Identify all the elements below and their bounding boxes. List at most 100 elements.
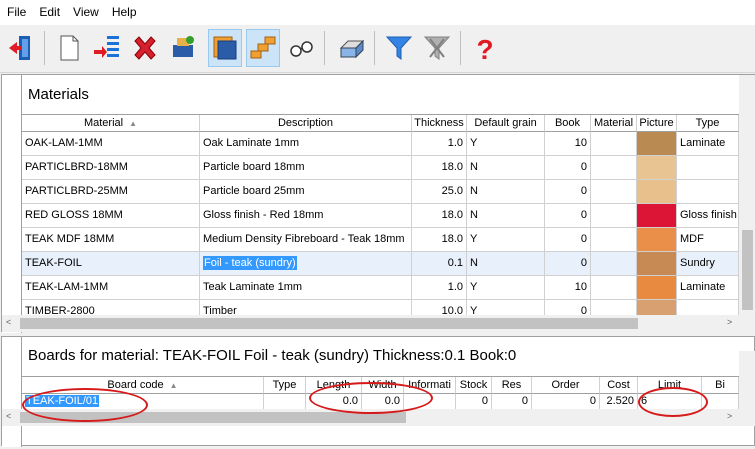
column-header-7[interactable]: Picture [637, 115, 677, 132]
material-code-cell[interactable]: TEAK-LAM-1MM [22, 276, 200, 300]
materials-hscroll[interactable]: < > [2, 315, 755, 332]
board-column-header-2[interactable]: Type [264, 377, 306, 394]
material-grain-cell[interactable]: N [467, 180, 545, 204]
material-picture-swatch[interactable] [637, 252, 677, 276]
menu-edit[interactable]: Edit [34, 0, 68, 25]
material-picture-swatch[interactable] [637, 132, 677, 156]
material-book-cell[interactable]: 0 [545, 228, 591, 252]
column-header-8[interactable]: Type [677, 115, 739, 132]
material-grain-cell[interactable]: Y [467, 228, 545, 252]
clear-filter-button[interactable] [420, 29, 454, 67]
material-material-cell[interactable] [591, 180, 637, 204]
material-description-cell[interactable]: Teak Laminate 1mm [200, 276, 412, 300]
materials-hscroll-thumb[interactable] [20, 318, 638, 329]
material-material-cell[interactable] [591, 132, 637, 156]
material-thickness-cell[interactable]: 25.0 [412, 180, 467, 204]
help-button[interactable]: ? [468, 29, 502, 67]
material-description-cell[interactable]: Particle board 25mm [200, 180, 412, 204]
board-cell-type[interactable] [264, 394, 306, 410]
filter-button[interactable] [382, 29, 416, 67]
material-grain-cell[interactable]: N [467, 252, 545, 276]
material-thickness-cell[interactable]: 1.0 [412, 276, 467, 300]
material-thickness-cell[interactable]: 0.1 [412, 252, 467, 276]
materials-vscroll[interactable] [739, 75, 755, 315]
menu-view[interactable]: View [68, 0, 107, 25]
board-column-header-11[interactable]: Bi [702, 377, 739, 394]
material-picture-swatch[interactable] [637, 228, 677, 252]
stack-button[interactable] [208, 29, 242, 67]
menu-help[interactable]: Help [107, 0, 145, 25]
material-thickness-cell[interactable]: 1.0 [412, 132, 467, 156]
column-header-6[interactable]: Material [591, 115, 637, 132]
material-grain-cell[interactable]: N [467, 204, 545, 228]
material-code-cell[interactable]: RED GLOSS 18MM [22, 204, 200, 228]
column-header-4[interactable]: Default grain [467, 115, 545, 132]
column-header-2[interactable]: Description [200, 115, 412, 132]
material-type-cell[interactable]: Sundry [677, 252, 739, 276]
column-header-5[interactable]: Book [545, 115, 591, 132]
board-cell-res[interactable]: 0 [492, 394, 532, 410]
material-code-cell[interactable]: OAK-LAM-1MM [22, 132, 200, 156]
material-code-cell[interactable]: PARTICLBRD-25MM [22, 180, 200, 204]
menu-file[interactable]: File [2, 0, 34, 25]
board-column-header-9[interactable]: Cost [600, 377, 638, 394]
material-code-cell[interactable]: TEAK-FOIL [22, 252, 200, 276]
materials-vscroll-thumb[interactable] [742, 230, 753, 310]
material-material-cell[interactable] [591, 252, 637, 276]
material-thickness-cell[interactable]: 18.0 [412, 204, 467, 228]
material-description-cell[interactable]: Gloss finish - Red 18mm [200, 204, 412, 228]
material-grain-cell[interactable]: Y [467, 276, 545, 300]
material-code-cell[interactable]: TEAK MDF 18MM [22, 228, 200, 252]
board-cell-order[interactable]: 0 [532, 394, 600, 410]
material-type-cell[interactable]: Laminate [677, 276, 739, 300]
material-material-cell[interactable] [591, 228, 637, 252]
boards-scroll-right-icon[interactable]: > [727, 411, 732, 421]
material-picture-swatch[interactable] [637, 204, 677, 228]
new-button[interactable] [52, 29, 86, 67]
board-cell-stock[interactable]: 0 [456, 394, 492, 410]
delete-button[interactable] [128, 29, 162, 67]
material-type-cell[interactable] [677, 156, 739, 180]
search-button[interactable] [284, 29, 318, 67]
material-description-cell[interactable]: Particle board 18mm [200, 156, 412, 180]
column-header-3[interactable]: Thickness [412, 115, 467, 132]
material-material-cell[interactable] [591, 204, 637, 228]
material-book-cell[interactable]: 0 [545, 180, 591, 204]
exit-button[interactable] [4, 29, 38, 67]
material-picture-swatch[interactable] [637, 276, 677, 300]
board-cell-cost[interactable]: 2.520 [600, 394, 638, 410]
material-material-cell[interactable] [591, 276, 637, 300]
material-picture-swatch[interactable] [637, 180, 677, 204]
boards-scroll-left-icon[interactable]: < [6, 411, 11, 421]
material-book-cell[interactable]: 10 [545, 132, 591, 156]
material-description-cell[interactable]: Medium Density Fibreboard - Teak 18mm [200, 228, 412, 252]
board-column-header-7[interactable]: Res [492, 377, 532, 394]
print-button[interactable] [334, 29, 368, 67]
material-grain-cell[interactable]: Y [467, 132, 545, 156]
steps-button[interactable] [246, 29, 280, 67]
material-book-cell[interactable]: 0 [545, 156, 591, 180]
material-book-cell[interactable]: 10 [545, 276, 591, 300]
material-book-cell[interactable]: 0 [545, 204, 591, 228]
material-description-cell[interactable]: Foil - teak (sundry) [200, 252, 412, 276]
material-type-cell[interactable] [677, 180, 739, 204]
import-button[interactable] [90, 29, 124, 67]
material-book-cell[interactable]: 0 [545, 252, 591, 276]
material-material-cell[interactable] [591, 156, 637, 180]
material-picture-swatch[interactable] [637, 156, 677, 180]
material-thickness-cell[interactable]: 18.0 [412, 228, 467, 252]
column-header-1[interactable]: Material ▲ [22, 115, 200, 132]
material-grain-cell[interactable]: N [467, 156, 545, 180]
material-type-cell[interactable]: Gloss finish [677, 204, 739, 228]
scroll-right-icon[interactable]: > [727, 317, 732, 327]
material-type-cell[interactable]: Laminate [677, 132, 739, 156]
scroll-left-icon[interactable]: < [6, 317, 11, 327]
board-column-header-8[interactable]: Order [532, 377, 600, 394]
material-thickness-cell[interactable]: 18.0 [412, 156, 467, 180]
board-column-header-6[interactable]: Stock [456, 377, 492, 394]
material-code-cell[interactable]: PARTICLBRD-18MM [22, 156, 200, 180]
selected-description-text[interactable]: Foil - teak (sundry) [203, 256, 297, 270]
material-type-cell[interactable]: MDF [677, 228, 739, 252]
boards-vscroll[interactable] [739, 351, 755, 409]
material-description-cell[interactable]: Oak Laminate 1mm [200, 132, 412, 156]
